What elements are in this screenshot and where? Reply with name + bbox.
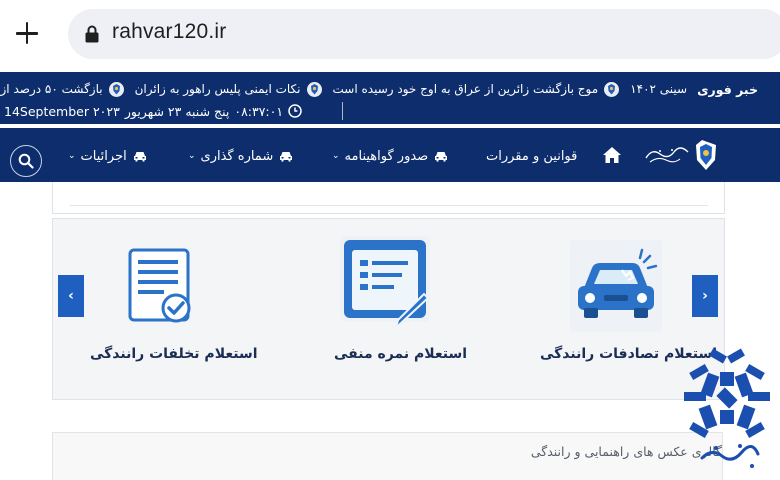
police-badge-icon (306, 81, 322, 97)
search-button[interactable] (10, 145, 42, 177)
carousel-prev-button[interactable]: ‹ (58, 275, 84, 317)
carousel-next-button[interactable]: › (692, 275, 718, 317)
date-time-line: 14September ۲۰۲۳ پنج شنبه ۲۳ شهریور ۰۸:۳… (4, 101, 307, 121)
car-crash-icon[interactable] (570, 240, 662, 332)
watermark-logo-icon (684, 348, 770, 468)
nav-item-enforcement[interactable]: اجرائیات ⌄ (68, 146, 147, 166)
chevron-down-icon: ⌄ (332, 151, 340, 161)
police-logo-icon[interactable] (640, 136, 720, 174)
new-tab-icon[interactable] (14, 20, 40, 46)
police-badge-icon (108, 81, 124, 97)
breaking-news-label: خبر فوری (697, 81, 758, 97)
card-divider (70, 205, 708, 206)
clock-icon (288, 104, 302, 118)
persian-date: پنج شنبه ۲۳ شهریور (124, 103, 230, 119)
nav-item-laws[interactable]: قوانین و مقررات (486, 146, 577, 166)
nav-item-license-issuance[interactable]: صدور گواهینامه ⌄ (332, 146, 448, 166)
chevron-down-icon: ⌄ (68, 151, 76, 161)
document-edit-icon[interactable] (340, 236, 436, 332)
news-item[interactable]: سینی ۱۴۰۲ (630, 82, 687, 96)
content-card (52, 182, 725, 214)
chevron-down-icon: ⌄ (188, 151, 196, 161)
url-text[interactable]: rahvar120.ir (112, 20, 226, 44)
ticker-divider (342, 102, 343, 120)
main-navigation: قوانین و مقررات صدور گواهینامه ⌄ شماره گ… (0, 128, 780, 182)
service-label-violations[interactable]: استعلام تخلفات رانندگی (90, 346, 258, 362)
browser-toolbar: rahvar120.ir (0, 0, 780, 68)
document-check-icon[interactable] (128, 248, 196, 326)
police-badge-icon (604, 81, 620, 97)
search-icon (18, 153, 34, 169)
home-icon[interactable] (602, 146, 622, 164)
lock-icon (85, 25, 99, 43)
news-ticker: خبر فوری سینی ۱۴۰۲ موج بازگشت زائرین از … (0, 72, 780, 124)
service-label-negative-points[interactable]: استعلام نمره منفی (334, 346, 467, 362)
nav-item-plate-registration[interactable]: شماره گذاری ⌄ (188, 146, 293, 166)
news-ticker-line: خبر فوری سینی ۱۴۰۲ موج بازگشت زائرین از … (0, 79, 780, 99)
car-icon (280, 151, 293, 161)
car-icon (435, 151, 448, 161)
news-item[interactable]: نکات ایمنی پلیس راهور به زائران (135, 81, 323, 98)
news-item[interactable]: بازگشت ۵۰ درصد از زائرین (0, 81, 125, 98)
car-icon (133, 151, 146, 161)
current-time: ۰۸:۳۷:۰۱ (234, 103, 284, 119)
news-item[interactable]: موج بازگشت زائرین از عراق به اوج خود رسی… (333, 81, 621, 98)
gregorian-date: 14September ۲۰۲۳ (4, 103, 120, 119)
